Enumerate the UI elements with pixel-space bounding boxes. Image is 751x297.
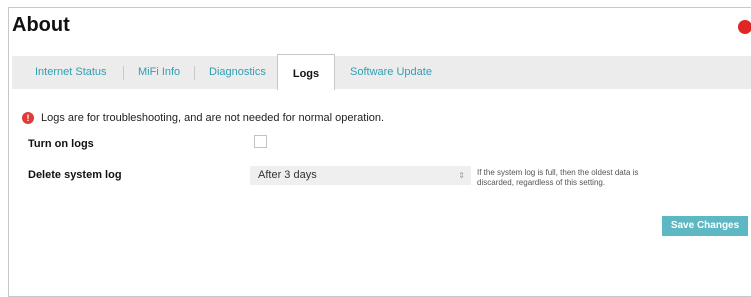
save-changes-button[interactable]: Save Changes xyxy=(662,216,748,236)
notice-text: Logs are for troubleshooting, and are no… xyxy=(41,112,385,124)
delete-system-log-value: After 3 days xyxy=(258,169,317,181)
status-dot xyxy=(738,20,751,34)
tab-mifi-info[interactable]: MiFi Info xyxy=(138,56,180,89)
about-panel xyxy=(8,7,751,297)
tab-software-update[interactable]: Software Update xyxy=(350,56,432,89)
page-title: About xyxy=(12,14,70,36)
tab-diagnostics[interactable]: Diagnostics xyxy=(209,56,266,89)
exclamation-icon: ! xyxy=(22,112,34,124)
turn-on-logs-label: Turn on logs xyxy=(28,138,94,150)
turn-on-logs-checkbox[interactable] xyxy=(254,135,267,148)
tab-divider xyxy=(194,66,195,80)
tab-divider xyxy=(123,66,124,80)
logs-notice: ! Logs are for troubleshooting, and are … xyxy=(22,110,385,126)
delete-system-log-label: Delete system log xyxy=(28,169,122,181)
delete-system-log-help: If the system log is full, then the olde… xyxy=(477,168,639,187)
select-arrows-icon: ⇕ xyxy=(458,171,465,180)
tab-bar: Internet Status MiFi Info Diagnostics Lo… xyxy=(12,54,751,90)
tab-logs[interactable]: Logs xyxy=(277,54,335,90)
tab-internet-status[interactable]: Internet Status xyxy=(35,56,107,89)
delete-system-log-select[interactable]: After 3 days ⇕ xyxy=(250,166,471,185)
